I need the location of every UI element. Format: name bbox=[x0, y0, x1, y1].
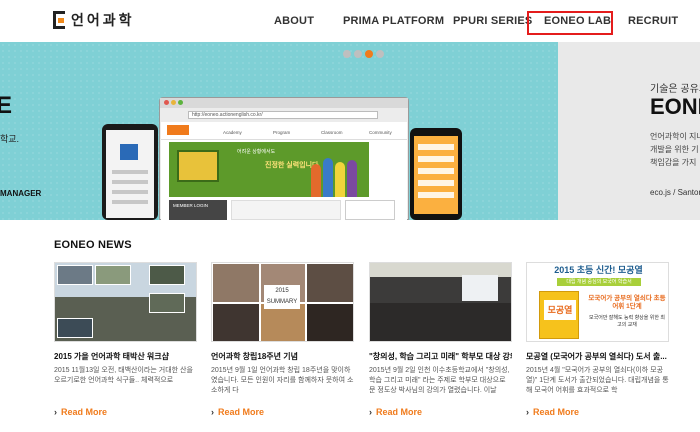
news-card-desc: 2015년 4월 "모국어가 공부의 열쇠다(이하 모공열)" 1단계 도서가 … bbox=[526, 367, 669, 394]
news-thumbnail[interactable]: 2015 SUMMARY bbox=[211, 262, 354, 342]
book-title: 모공열 bbox=[544, 300, 576, 320]
browser-url-text: http://eoneo.actionenglish.co.kr/ bbox=[188, 111, 378, 119]
phone-mockup bbox=[102, 124, 158, 220]
news-card[interactable]: 2015 SUMMARY 언어과학 창립18주년 기념 2015년 9월 1일 … bbox=[211, 262, 354, 432]
news-card[interactable]: "창의성, 학습 그리고 미래" 학부모 대상 강의 2015년 9월 2일 인… bbox=[369, 262, 512, 432]
news-thumbnail[interactable] bbox=[54, 262, 197, 342]
nav-eoneo-lab[interactable]: EONEO LAB bbox=[544, 15, 611, 27]
nav-about[interactable]: ABOUT bbox=[274, 15, 314, 27]
read-more-link[interactable]: › Read More bbox=[54, 407, 107, 417]
news-card-title[interactable]: 언어과학 창립18주년 기념 bbox=[211, 351, 354, 362]
thumb-headline: 2015 초등 신간! 모공열 bbox=[527, 263, 668, 277]
tablet-mockup bbox=[410, 128, 462, 220]
site-screenshot: Academy Program Classroom Community 어려운 … bbox=[161, 122, 407, 220]
chevron-right-icon: › bbox=[211, 407, 214, 417]
book-cover: 모공열 bbox=[539, 291, 579, 339]
news-card[interactable]: 2015 가을 언어과학 태박산 워크샵 2015 11월13일 오전, 태백산… bbox=[54, 262, 197, 432]
news-thumb-badge: 2015 SUMMARY bbox=[264, 285, 300, 309]
site-tab: Community bbox=[369, 130, 392, 135]
hero-right-desc: 언어과학이 지니 개발을 위한 기 책임감을 가지 bbox=[650, 132, 700, 167]
hero-left-caption: MANAGER bbox=[0, 189, 42, 198]
hero-slider[interactable]: E 학교. MANAGER http://eoneo.actionenglish… bbox=[0, 42, 700, 220]
site-tab: Program bbox=[273, 130, 291, 135]
chevron-right-icon: › bbox=[369, 407, 372, 417]
nav-prima-platform[interactable]: PRIMA PLATFORM bbox=[343, 15, 444, 27]
site-header: 언어과학 ABOUT PRIMA PLATFORM PPURI SERIES E… bbox=[0, 0, 700, 42]
slide-dot-3[interactable] bbox=[365, 50, 373, 58]
news-card-desc: 2015년 9월 1일 언어과학 창립 18주년을 맞이하였습니다. 모든 인원… bbox=[211, 367, 354, 394]
slide-dot-1[interactable] bbox=[343, 50, 351, 58]
slide-dot-4[interactable] bbox=[376, 50, 384, 58]
news-card-desc: 2015 11월13일 오전, 태백산이라는 거대한 산을 오르기로한 언어과학… bbox=[54, 367, 193, 384]
chevron-right-icon: › bbox=[526, 407, 529, 417]
browser-mockup: http://eoneo.actionenglish.co.kr/ Academ… bbox=[159, 97, 409, 220]
news-card-title[interactable]: "창의성, 학습 그리고 미래" 학부모 대상 강의 bbox=[369, 351, 512, 362]
member-login-panel: MEMBER LOGIN bbox=[169, 200, 227, 220]
nav-ppuri-series[interactable]: PPURI SERIES bbox=[453, 15, 532, 27]
hero-next-slide-peek: 기술은 공유되 EONE 언어과학이 지니 개발을 위한 기 책임감을 가지 e… bbox=[558, 42, 700, 220]
member-login-label: MEMBER LOGIN bbox=[173, 203, 209, 208]
news-card-desc: 2015년 9월 2일 인천 이수초등학교에서 "창의성, 학습 그리고 미래"… bbox=[369, 367, 510, 394]
site-tab: Academy bbox=[223, 130, 242, 135]
site-banner-text: 어려운 상황에서도 bbox=[237, 149, 276, 155]
site-tab: Classroom bbox=[321, 130, 343, 135]
hero-left-heading: E bbox=[0, 92, 13, 119]
news-card[interactable]: 2015 초등 신간! 모공열 대립 개념 중심의 모국어 학습서 모공열 모국… bbox=[526, 262, 669, 432]
hero-right-caption: eco.js / Santori bbox=[650, 188, 700, 197]
news-thumbnail[interactable] bbox=[369, 262, 512, 342]
chevron-right-icon: › bbox=[54, 407, 57, 417]
hero-left-desc: 학교. bbox=[0, 134, 20, 144]
news-section-title: EONEO NEWS bbox=[54, 239, 132, 251]
slide-dots bbox=[343, 50, 384, 58]
nav-recruit[interactable]: RECRUIT bbox=[628, 15, 678, 27]
thumb-subtitle: 대립 개념 중심의 모국어 학습서 bbox=[557, 278, 641, 286]
read-more-link[interactable]: › Read More bbox=[369, 407, 422, 417]
thumb-text-small: 모국어만 잘해도 능력 향상을 위한 최고의 교재 bbox=[589, 315, 665, 328]
read-more-link[interactable]: › Read More bbox=[211, 407, 264, 417]
thumb-text: 모국어가 공부의 열쇠다 초등 어휘 1단계 bbox=[588, 295, 666, 310]
hero-right-heading: EONE bbox=[650, 94, 700, 119]
news-card-title[interactable]: 2015 가을 언어과학 태박산 워크샵 bbox=[54, 351, 197, 362]
news-thumbnail[interactable]: 2015 초등 신간! 모공열 대립 개념 중심의 모국어 학습서 모공열 모국… bbox=[526, 262, 669, 342]
main-nav: ABOUT PRIMA PLATFORM PPURI SERIES EONEO … bbox=[0, 0, 700, 42]
news-card-title[interactable]: 모공열 (모국어가 공부의 열쇠다) 도서 출... bbox=[526, 351, 669, 362]
calendar-widget bbox=[345, 200, 395, 220]
site-logo bbox=[167, 125, 189, 135]
read-more-link[interactable]: › Read More bbox=[526, 407, 579, 417]
slide-dot-2[interactable] bbox=[354, 50, 362, 58]
hero-right-kicker: 기술은 공유되 bbox=[650, 84, 700, 95]
